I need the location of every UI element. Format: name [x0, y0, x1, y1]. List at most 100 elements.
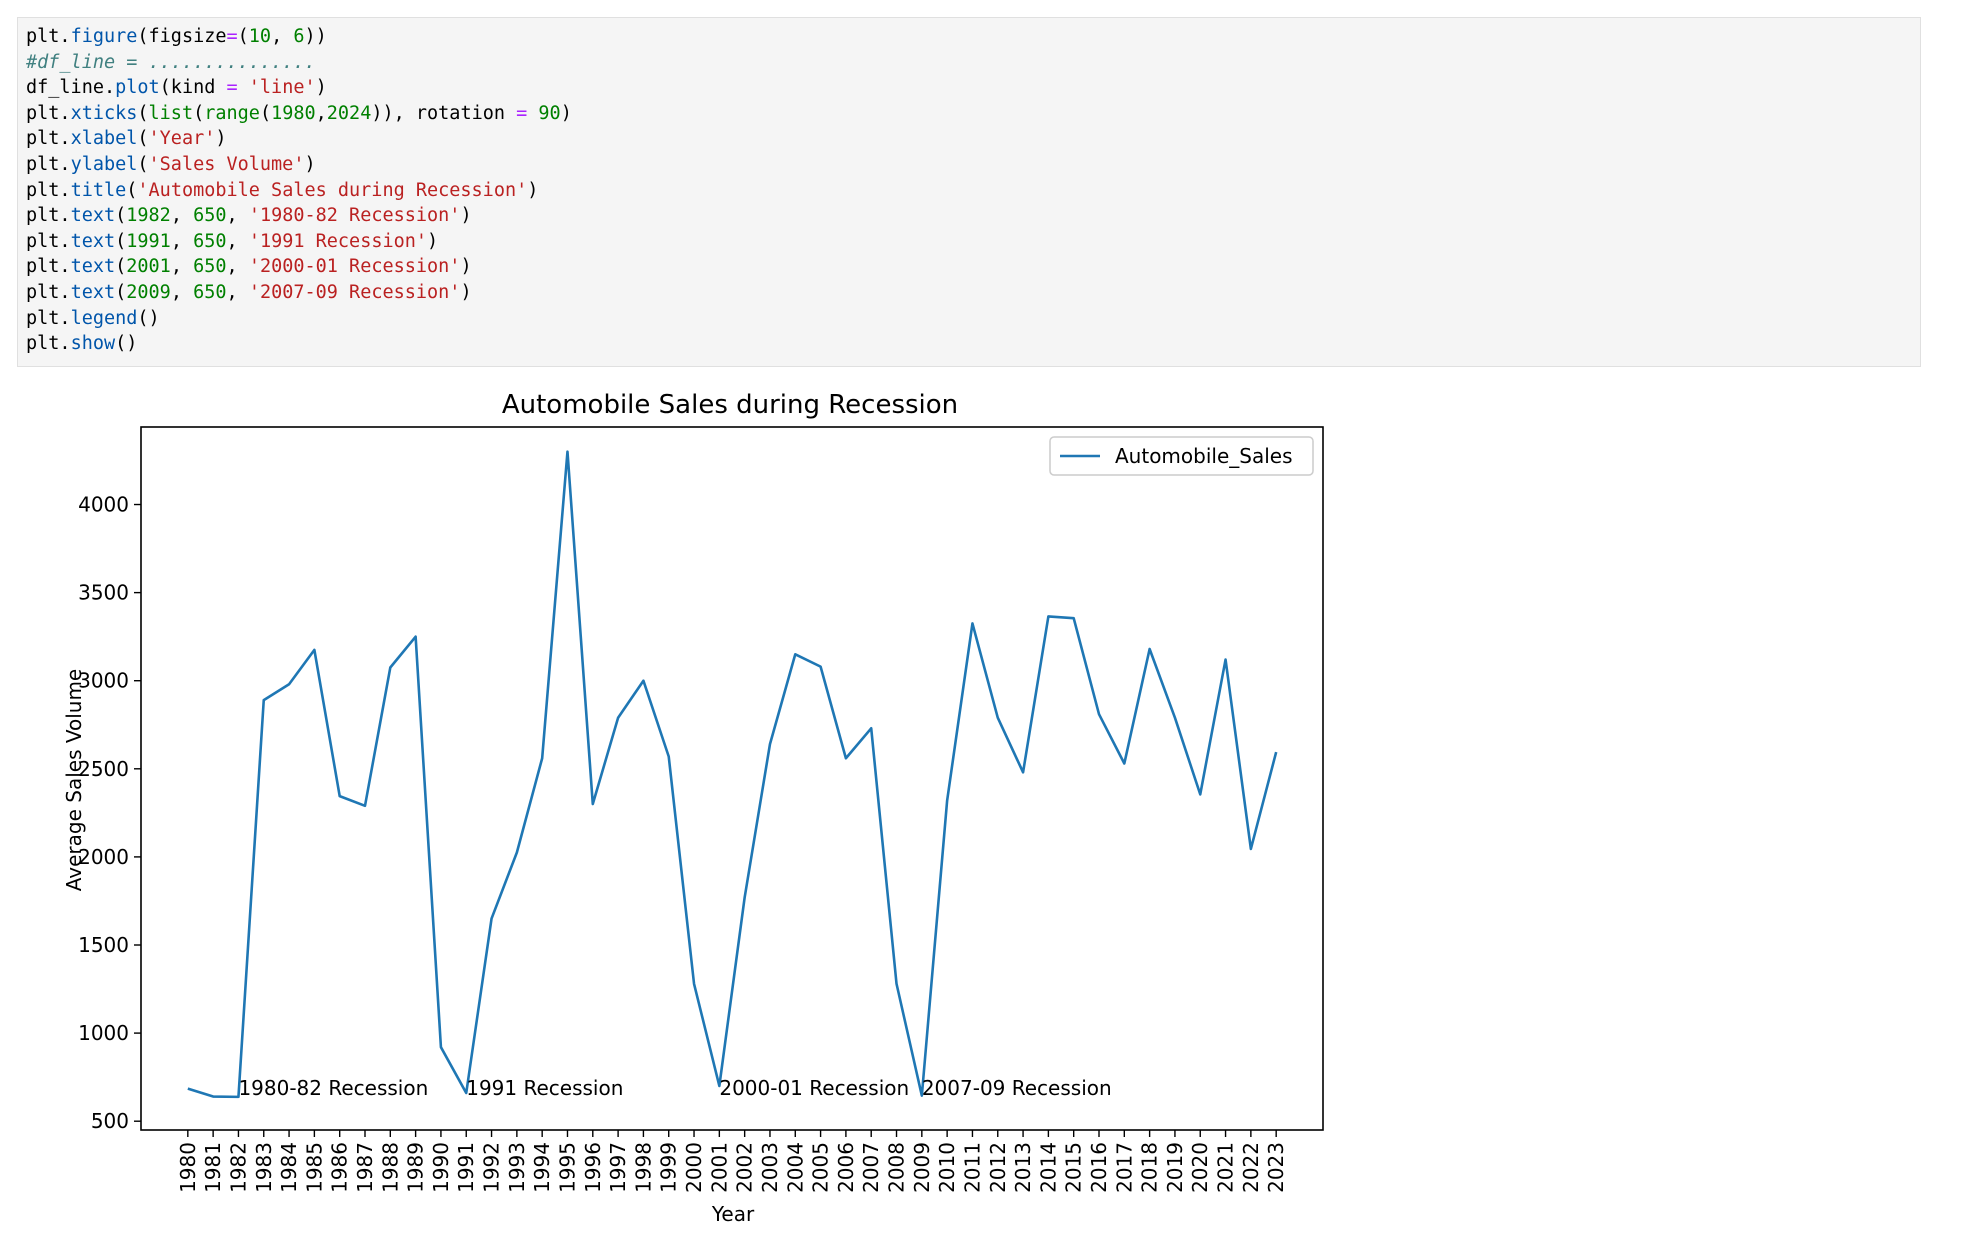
x-tick-label: 2001	[707, 1142, 731, 1193]
legend: Automobile_Sales	[1050, 437, 1313, 475]
x-tick-label: 1990	[429, 1142, 453, 1193]
code-token: plt.	[26, 333, 71, 354]
code-cell[interactable]: plt.figure(figsize=(10, 6))#df_line = ..…	[17, 17, 1921, 367]
x-tick-label: 2007	[859, 1142, 883, 1193]
x-tick-label: 2008	[885, 1142, 909, 1193]
code-token: #df_line = ...............	[26, 52, 316, 73]
x-tick-label: 2012	[986, 1142, 1010, 1193]
x-tick-label: 2005	[809, 1142, 833, 1193]
x-tick-label: 2011	[960, 1142, 984, 1193]
code-token: plt.	[26, 103, 71, 124]
code-token: 10	[249, 26, 271, 47]
code-token: 650	[193, 205, 226, 226]
y-axis-label: Average Sales Volume	[62, 669, 86, 891]
code-token: ,	[227, 205, 249, 226]
code-token: (	[115, 205, 126, 226]
code-token: ,	[271, 26, 293, 47]
x-tick-label: 2023	[1264, 1142, 1288, 1193]
code-line: plt.text(2009, 650, '2007-09 Recession')	[26, 280, 1920, 306]
code-token: figure	[71, 26, 138, 47]
code-token: (	[115, 282, 126, 303]
x-tick-label: 2010	[935, 1142, 959, 1193]
code-token: title	[71, 180, 127, 201]
x-tick-label: 2020	[1188, 1142, 1212, 1193]
x-tick-label: 2019	[1163, 1142, 1187, 1193]
x-tick-label: 2009	[910, 1142, 934, 1193]
code-token: (	[137, 103, 148, 124]
code-token: range	[204, 103, 260, 124]
x-axis-label: Year	[711, 1202, 755, 1226]
chart-title: Automobile Sales during Recession	[502, 390, 958, 420]
code-token: (kind	[160, 77, 227, 98]
code-token: )	[427, 231, 438, 252]
y-tick-label: 1500	[78, 933, 129, 957]
code-token: ,	[227, 231, 249, 252]
code-line: plt.text(1982, 650, '1980-82 Recession')	[26, 203, 1920, 229]
x-tick-label: 1999	[657, 1142, 681, 1193]
code-token: )	[460, 205, 471, 226]
code-line: plt.legend()	[26, 306, 1920, 332]
code-token: =	[227, 77, 238, 98]
code-token: 1991	[126, 231, 171, 252]
code-token: 'Year'	[149, 128, 216, 149]
code-token: plt.	[26, 154, 71, 175]
code-token: )	[304, 154, 315, 175]
code-token: plt.	[26, 308, 71, 329]
code-token: plt.	[26, 282, 71, 303]
x-tick-label: 1983	[252, 1142, 276, 1193]
x-tick-label: 2016	[1087, 1142, 1111, 1193]
code-token: ,	[227, 282, 249, 303]
code-token: legend	[71, 308, 138, 329]
y-axis: 5001000150020002500300035004000	[78, 493, 141, 1134]
code-token: 'Automobile Sales during Recession'	[137, 180, 527, 201]
chart-output: Automobile Sales during Recession 500100…	[30, 370, 1340, 1230]
x-tick-label: 1994	[530, 1142, 554, 1193]
y-tick-label: 4000	[78, 493, 129, 517]
code-token: (	[238, 26, 249, 47]
x-tick-label: 2021	[1214, 1142, 1238, 1193]
x-tick-label: 1981	[201, 1142, 225, 1193]
code-token: )	[527, 180, 538, 201]
code-token: ylabel	[71, 154, 138, 175]
x-tick-label: 1996	[581, 1142, 605, 1193]
x-tick-label: 2022	[1239, 1142, 1263, 1193]
legend-label: Automobile_Sales	[1115, 444, 1293, 468]
code-token: text	[71, 231, 116, 252]
x-tick-label: 1988	[378, 1142, 402, 1193]
code-line: #df_line = ...............	[26, 50, 1920, 76]
x-tick-label: 2002	[733, 1142, 757, 1193]
code-token: )	[215, 128, 226, 149]
code-token: df_line.	[26, 77, 115, 98]
series-line-Automobile_Sales	[188, 452, 1276, 1097]
code-token	[238, 77, 249, 98]
code-token: )	[316, 77, 327, 98]
x-tick-label: 2015	[1062, 1142, 1086, 1193]
x-tick-label: 1992	[480, 1142, 504, 1193]
code-token: ()	[137, 308, 159, 329]
code-token: 2024	[327, 103, 372, 124]
code-line: plt.text(2001, 650, '2000-01 Recession')	[26, 254, 1920, 280]
code-token: xticks	[71, 103, 138, 124]
code-line: plt.text(1991, 650, '1991 Recession')	[26, 229, 1920, 255]
code-line: plt.xticks(list(range(1980,2024)), rotat…	[26, 101, 1920, 127]
x-tick-label: 1993	[505, 1142, 529, 1193]
code-token: ,	[171, 282, 193, 303]
annotation-recession: 2007-09 Recession	[922, 1076, 1112, 1100]
x-tick-label: 2013	[1011, 1142, 1035, 1193]
x-tick-label: 1998	[631, 1142, 655, 1193]
code-token: ,	[316, 103, 327, 124]
code-token: '2007-09 Recession'	[249, 282, 461, 303]
x-tick-label: 1986	[328, 1142, 352, 1193]
code-editor[interactable]: plt.figure(figsize=(10, 6))#df_line = ..…	[26, 24, 1920, 357]
code-token: '1980-82 Recession'	[249, 205, 461, 226]
code-token: xlabel	[71, 128, 138, 149]
code-token: plt.	[26, 231, 71, 252]
code-token: 650	[193, 282, 226, 303]
code-token: (	[126, 180, 137, 201]
code-token: ,	[227, 256, 249, 277]
code-line: plt.show()	[26, 331, 1920, 357]
code-line: plt.title('Automobile Sales during Reces…	[26, 178, 1920, 204]
x-tick-label: 2004	[783, 1142, 807, 1193]
code-token: (figsize	[137, 26, 226, 47]
code-token: plt.	[26, 256, 71, 277]
